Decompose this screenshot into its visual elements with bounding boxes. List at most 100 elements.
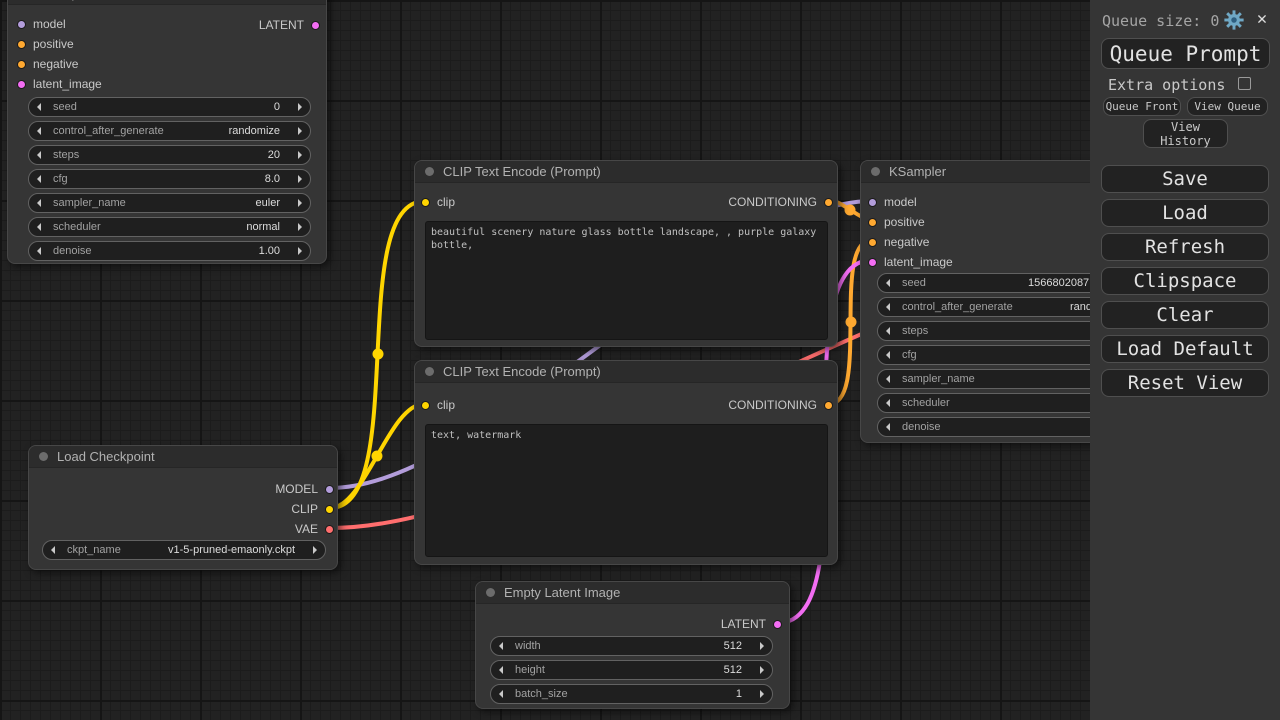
collapse-dot-icon[interactable] xyxy=(39,452,48,461)
load-button[interactable]: Load xyxy=(1101,199,1269,227)
widget-height[interactable]: height 512 xyxy=(490,660,773,680)
clear-button[interactable]: Clear xyxy=(1101,301,1269,329)
port-dot-conditioning[interactable] xyxy=(868,238,877,247)
output-port-conditioning[interactable]: CONDITIONING xyxy=(728,395,833,415)
decrement-arrow-icon[interactable] xyxy=(37,247,41,255)
widget-control-after-generate[interactable]: control_after_generate randomize xyxy=(28,121,311,141)
port-dot-conditioning[interactable] xyxy=(17,40,26,49)
widget-cfg[interactable]: cfg 8.0 xyxy=(28,169,311,189)
port-dot-model[interactable] xyxy=(325,485,334,494)
increment-arrow-icon[interactable] xyxy=(298,175,302,183)
port-dot-vae[interactable] xyxy=(325,525,334,534)
widget-scheduler[interactable]: scheduler normal xyxy=(28,217,311,237)
increment-arrow-icon[interactable] xyxy=(760,690,764,698)
node-header[interactable]: CLIP Text Encode (Prompt) xyxy=(415,161,837,183)
widget-denoise[interactable]: denoise 1.00 xyxy=(28,241,311,261)
input-port-model[interactable]: model xyxy=(17,14,66,34)
decrement-arrow-icon[interactable] xyxy=(37,199,41,207)
decrement-arrow-icon[interactable] xyxy=(886,375,890,383)
collapse-dot-icon[interactable] xyxy=(425,367,434,376)
widget-ckpt-name[interactable]: ckpt_name v1-5-pruned-emaonly.ckpt xyxy=(42,540,326,560)
port-dot-conditioning[interactable] xyxy=(824,198,833,207)
collapse-dot-icon[interactable] xyxy=(425,167,434,176)
node-load-checkpoint[interactable]: Load Checkpoint MODEL CLIP VAE ckpt_name… xyxy=(28,445,338,570)
queue-front-button[interactable]: Queue Front xyxy=(1103,97,1181,116)
node-header[interactable]: Load Checkpoint xyxy=(29,446,337,468)
increment-arrow-icon[interactable] xyxy=(760,642,764,650)
view-history-button[interactable]: View History xyxy=(1143,119,1228,148)
port-dot-latent[interactable] xyxy=(311,21,320,30)
output-port-vae[interactable]: VAE xyxy=(295,519,334,539)
decrement-arrow-icon[interactable] xyxy=(886,327,890,335)
port-dot-clip[interactable] xyxy=(325,505,334,514)
increment-arrow-icon[interactable] xyxy=(298,223,302,231)
input-port-latent-image[interactable]: latent_image xyxy=(868,252,953,272)
port-dot-model[interactable] xyxy=(17,20,26,29)
input-port-positive[interactable]: positive xyxy=(868,212,925,232)
view-queue-button[interactable]: View Queue xyxy=(1187,97,1268,116)
input-port-negative[interactable]: negative xyxy=(868,232,929,252)
decrement-arrow-icon[interactable] xyxy=(37,127,41,135)
widget-seed[interactable]: seed 0 xyxy=(28,97,311,117)
load-default-button[interactable]: Load Default xyxy=(1101,335,1269,363)
input-port-negative[interactable]: negative xyxy=(17,54,78,74)
decrement-arrow-icon[interactable] xyxy=(499,642,503,650)
extra-options-checkbox[interactable] xyxy=(1238,77,1251,90)
port-dot-clip[interactable] xyxy=(421,198,430,207)
port-dot-conditioning[interactable] xyxy=(868,218,877,227)
increment-arrow-icon[interactable] xyxy=(298,247,302,255)
output-port-clip[interactable]: CLIP xyxy=(291,499,334,519)
decrement-arrow-icon[interactable] xyxy=(886,423,890,431)
decrement-arrow-icon[interactable] xyxy=(37,175,41,183)
output-port-latent[interactable]: LATENT xyxy=(721,614,782,634)
clipspace-button[interactable]: Clipspace xyxy=(1101,267,1269,295)
decrement-arrow-icon[interactable] xyxy=(37,151,41,159)
settings-gear-icon[interactable] xyxy=(1223,9,1245,31)
input-port-latent-image[interactable]: latent_image xyxy=(17,74,102,94)
port-dot-latent[interactable] xyxy=(17,80,26,89)
widget-steps[interactable]: steps 20 xyxy=(28,145,311,165)
prompt-textarea[interactable]: text, watermark xyxy=(425,424,828,557)
decrement-arrow-icon[interactable] xyxy=(886,351,890,359)
decrement-arrow-icon[interactable] xyxy=(51,546,55,554)
input-port-model[interactable]: model xyxy=(868,192,917,212)
save-button[interactable]: Save xyxy=(1101,165,1269,193)
reset-view-button[interactable]: Reset View xyxy=(1101,369,1269,397)
collapse-dot-icon[interactable] xyxy=(486,588,495,597)
decrement-arrow-icon[interactable] xyxy=(499,666,503,674)
comfyui-canvas[interactable]: { "colors": { "model": "#B39DDB", "clip"… xyxy=(0,0,1280,720)
node-clip-text-encode-positive[interactable]: CLIP Text Encode (Prompt) clip CONDITION… xyxy=(414,160,838,347)
output-port-model[interactable]: MODEL xyxy=(275,479,334,499)
node-clip-text-encode-negative[interactable]: CLIP Text Encode (Prompt) clip CONDITION… xyxy=(414,360,838,565)
decrement-arrow-icon[interactable] xyxy=(37,223,41,231)
input-port-positive[interactable]: positive xyxy=(17,34,74,54)
increment-arrow-icon[interactable] xyxy=(298,127,302,135)
decrement-arrow-icon[interactable] xyxy=(37,103,41,111)
decrement-arrow-icon[interactable] xyxy=(886,399,890,407)
node-header[interactable]: CLIP Text Encode (Prompt) xyxy=(415,361,837,383)
port-dot-latent[interactable] xyxy=(773,620,782,629)
widget-sampler-name[interactable]: sampler_name euler xyxy=(28,193,311,213)
input-port-clip[interactable]: clip xyxy=(421,192,455,212)
port-dot-latent[interactable] xyxy=(868,258,877,267)
close-icon[interactable]: ✕ xyxy=(1252,8,1272,30)
node-empty-latent-image[interactable]: Empty Latent Image LATENT width 512 heig… xyxy=(475,581,790,709)
output-port-latent[interactable]: LATENT xyxy=(259,15,320,35)
node-ksampler-left[interactable]: KSampler model positive negative latent_… xyxy=(7,0,327,264)
increment-arrow-icon[interactable] xyxy=(760,666,764,674)
increment-arrow-icon[interactable] xyxy=(313,546,317,554)
decrement-arrow-icon[interactable] xyxy=(886,303,890,311)
queue-prompt-button[interactable]: Queue Prompt xyxy=(1101,38,1270,69)
increment-arrow-icon[interactable] xyxy=(298,199,302,207)
widget-batch-size[interactable]: batch_size 1 xyxy=(490,684,773,704)
node-header[interactable]: Empty Latent Image xyxy=(476,582,789,604)
port-dot-conditioning[interactable] xyxy=(824,401,833,410)
prompt-textarea[interactable]: beautiful scenery nature glass bottle la… xyxy=(425,221,828,340)
increment-arrow-icon[interactable] xyxy=(298,151,302,159)
collapse-dot-icon[interactable] xyxy=(871,167,880,176)
node-header[interactable]: KSampler xyxy=(8,0,326,5)
refresh-button[interactable]: Refresh xyxy=(1101,233,1269,261)
decrement-arrow-icon[interactable] xyxy=(499,690,503,698)
output-port-conditioning[interactable]: CONDITIONING xyxy=(728,192,833,212)
port-dot-model[interactable] xyxy=(868,198,877,207)
